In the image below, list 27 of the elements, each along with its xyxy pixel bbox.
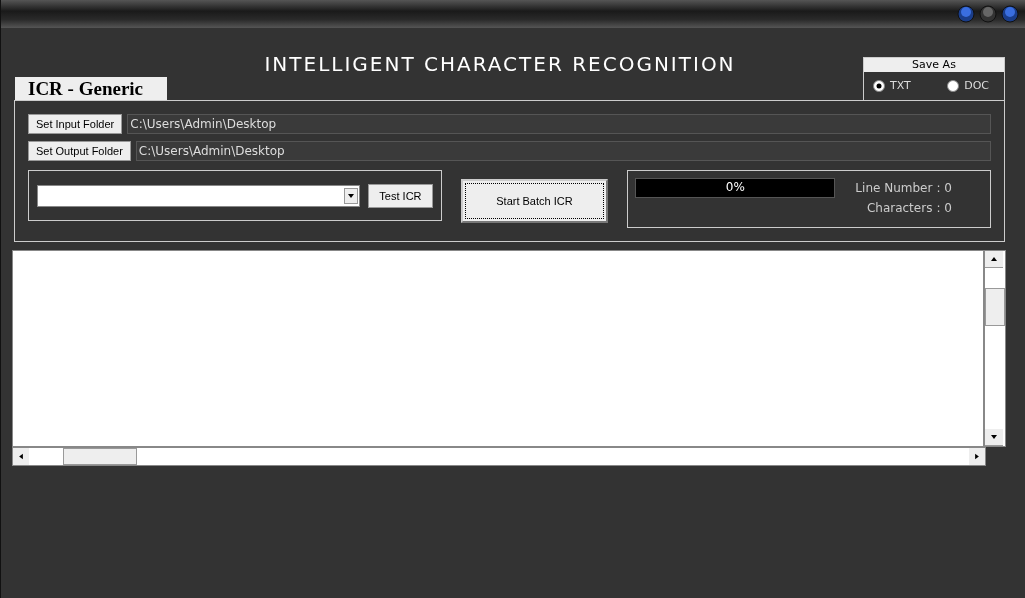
- scroll-thumb[interactable]: [63, 448, 137, 465]
- app-title: INTELLIGENT CHARACTER RECOGNITION: [263, 52, 737, 76]
- dropdown[interactable]: [37, 184, 361, 207]
- maximize-icon[interactable]: [979, 5, 997, 23]
- stat-label: Characters: [865, 201, 933, 215]
- path-field[interactable]: C:\Users\Admin\Desktop: [135, 141, 991, 161]
- caret-icon: [344, 187, 359, 204]
- radio-label: TXT: [890, 79, 911, 92]
- folder-button[interactable]: Set Input Folder: [28, 114, 123, 134]
- stat-value: : 0: [936, 181, 952, 195]
- path-field[interactable]: C:\Users\Admin\Desktop: [127, 114, 991, 134]
- close-icon[interactable]: [1001, 5, 1019, 23]
- radio-button[interactable]: [947, 79, 960, 92]
- stat-label: Line Number: [854, 181, 933, 195]
- radio-button[interactable]: [873, 79, 885, 92]
- horizontal-scrollbar[interactable]: [12, 447, 986, 466]
- radio-label: DOC: [964, 79, 989, 92]
- test-button[interactable]: Test ICR: [368, 183, 433, 208]
- scroll-thumb[interactable]: [985, 288, 1005, 326]
- folder-button[interactable]: Set Output Folder: [28, 141, 131, 161]
- group-title: Save As: [864, 58, 1004, 72]
- tab[interactable]: ICR - Generic: [15, 77, 167, 100]
- minimize-icon[interactable]: [957, 5, 975, 23]
- vertical-scrollbar[interactable]: [984, 250, 1006, 447]
- start-button[interactable]: Start Batch ICR: [460, 179, 609, 223]
- progress-reading: 0%: [724, 180, 746, 194]
- stat-value: : 0: [936, 201, 952, 215]
